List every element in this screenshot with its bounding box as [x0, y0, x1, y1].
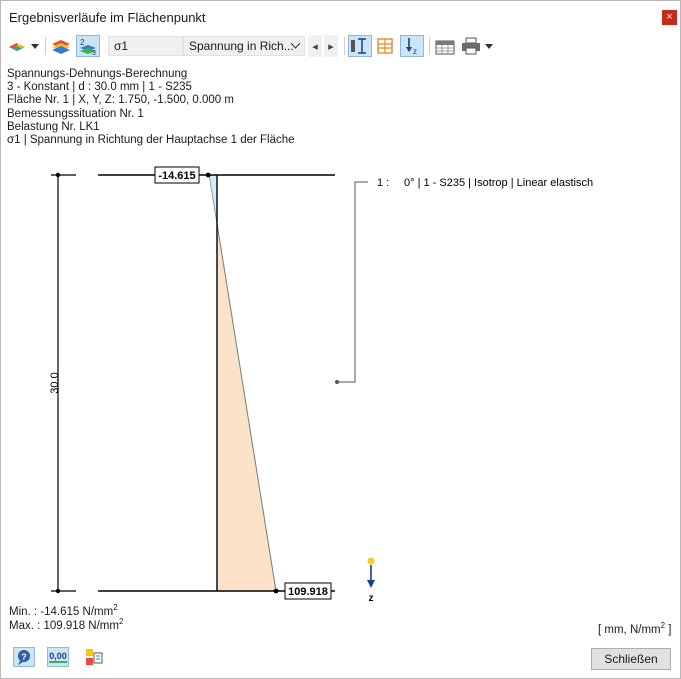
z-axis-origin-dot: [367, 557, 375, 565]
units-close: ]: [665, 623, 672, 636]
z-axis-arrowhead: [367, 580, 375, 588]
title-bar: Ergebnisverläufe im Flächenpunkt ×: [1, 1, 680, 33]
thickness-label: 30.0: [49, 372, 61, 393]
units-label: [ mm, N/mm2 ]: [598, 621, 671, 636]
close-dialog-button[interactable]: Schließen: [591, 648, 671, 670]
max-value-label: 109.918: [288, 586, 328, 598]
layers-grid-icon[interactable]: [374, 35, 396, 57]
surface-results-icon[interactable]: [7, 35, 27, 57]
svg-text:3: 3: [92, 50, 96, 55]
dropdown-arrow-icon[interactable]: [483, 35, 495, 57]
decimal-places-label: 0,00: [49, 651, 67, 663]
positive-stress-area: [216, 223, 277, 592]
max-summary-value: 109.918 N/mm: [43, 619, 119, 632]
toolbar-separator: [429, 37, 430, 55]
print-icon[interactable]: [460, 35, 482, 57]
dropdown-arrow-icon[interactable]: [29, 35, 41, 57]
info-line: σ1 | Spannung in Richtung der Hauptachse…: [7, 134, 295, 147]
toolbar-separator: [45, 37, 46, 55]
svg-text:2: 2: [80, 38, 85, 47]
dialog-window: Ergebnisverläufe im Flächenpunkt × 23 σ1…: [0, 0, 681, 679]
view-options-icon[interactable]: [83, 647, 105, 667]
window-close-button[interactable]: ×: [662, 10, 677, 25]
chevron-down-icon: [291, 43, 300, 49]
layer-legend-bracket: [337, 181, 368, 383]
max-summary-label: Max. :: [9, 619, 41, 632]
info-line: Spannungs-Dehnungs-Berechnung: [7, 68, 188, 80]
svg-text:z: z: [413, 47, 417, 55]
stress-diagram: 30.0 -14.615 109.918 1 : 0° | 1 - S235 |…: [49, 166, 593, 604]
layer-legend-dot: [335, 380, 339, 384]
toolbar: 23 σ1 Spannung in Rich... ◂ ▸ z: [1, 35, 680, 59]
min-value-dot: [205, 172, 211, 178]
toolbar-separator: [344, 37, 345, 55]
result-value-select[interactable]: σ1: [108, 36, 183, 56]
min-summary: Min. : -14.615 N/mm2: [9, 603, 118, 618]
numbered-layers-icon[interactable]: 23: [76, 35, 100, 57]
unit-exponent: 2: [118, 617, 124, 626]
z-axis-down-icon[interactable]: z: [400, 35, 424, 57]
info-line: Fläche Nr. 1 | X, Y, Z: 1.750, -1.500, 0…: [7, 94, 234, 107]
layer-legend-text: 0° | 1 - S235 | Isotrop | Linear elastis…: [404, 177, 593, 189]
max-summary: Max. : 109.918 N/mm2: [9, 617, 123, 632]
result-info: Spannungs-Dehnungs-Berechnung 3 - Konsta…: [7, 68, 295, 147]
decimal-places-icon[interactable]: 0,00: [47, 647, 69, 667]
help-icon[interactable]: ?: [13, 647, 35, 667]
info-line: Bemessungssituation Nr. 1: [7, 107, 144, 120]
max-value-dot: [273, 588, 279, 594]
info-line: 3 - Konstant | d : 30.0 mm | 1 - S235: [7, 81, 192, 94]
layer-legend-number: 1 :: [377, 177, 389, 189]
thickness-icon[interactable]: [348, 35, 372, 57]
z-axis-label: z: [369, 593, 374, 604]
negative-stress-area: [208, 174, 218, 224]
window-title: Ergebnisverläufe im Flächenpunkt: [9, 10, 206, 25]
previous-result-button[interactable]: ◂: [308, 35, 322, 57]
next-result-button[interactable]: ▸: [324, 35, 338, 57]
units-text: [ mm, N/mm: [598, 623, 661, 636]
info-line: Belastung Nr. LK1: [7, 120, 100, 133]
svg-text:?: ?: [21, 652, 27, 662]
result-description-text: Spannung in Rich...: [189, 39, 294, 53]
unit-exponent: 2: [113, 603, 118, 612]
result-description-select[interactable]: Spannung in Rich...: [183, 36, 305, 56]
min-value-label: -14.615: [158, 170, 195, 182]
multi-surface-icon[interactable]: [50, 35, 72, 57]
table-export-icon[interactable]: [434, 35, 456, 57]
